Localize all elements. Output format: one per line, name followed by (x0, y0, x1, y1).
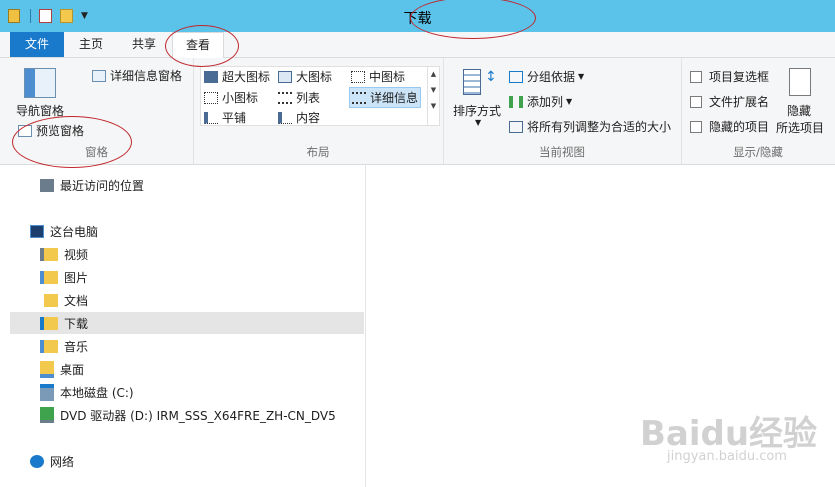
documents-folder-icon (40, 293, 58, 307)
medium-icons-option[interactable]: 中图标 (351, 68, 405, 85)
item-checkboxes-option[interactable]: 项目复选框 (690, 68, 769, 85)
nav-item-desktop[interactable]: 桌面 (40, 358, 84, 380)
extra-large-icons-icon (204, 70, 218, 83)
content-option[interactable]: 内容 (278, 109, 320, 126)
hidden-items-checkbox[interactable] (690, 120, 702, 133)
item-checkboxes-checkbox[interactable] (690, 70, 702, 83)
nav-item-dvd-drive[interactable]: DVD 驱动器 (D:) IRM_SSS_X64FRE_ZH-CN_DV5 (40, 404, 336, 426)
hide-selected-label-2[interactable]: 所选项目 (776, 119, 824, 136)
layout-scroll[interactable]: ▲ ▼ ▼ (427, 67, 439, 125)
current-view-group: ↕ 排序方式 ▼ 分组依据 ▼ 添加列 ▼ 将所有列调整为合适的大小 当前视图 (443, 58, 682, 164)
show-hide-group: 项目复选框 文件扩展名 隐藏的项目 隐藏 所选项目 显示/隐藏 (681, 58, 835, 164)
group-by-icon (509, 70, 523, 83)
videos-folder-icon (40, 247, 58, 261)
nav-item-this-pc[interactable]: 这台电脑 (30, 220, 98, 242)
navigation-pane-button[interactable]: 导航窗格 (16, 102, 64, 119)
scroll-up-icon[interactable]: ▲ (428, 70, 439, 78)
pane-group-label: 窗格 (85, 145, 108, 159)
size-all-columns-button[interactable]: 将所有列调整为合适的大小 (509, 118, 671, 135)
hidden-items-option[interactable]: 隐藏的项目 (690, 118, 769, 135)
title-bar: ▼ 下载 (0, 0, 835, 32)
details-icon (352, 91, 366, 104)
content-icon (278, 111, 292, 124)
file-extensions-option[interactable]: 文件扩展名 (690, 93, 769, 110)
tab-home[interactable]: 主页 (70, 32, 112, 57)
preview-pane-icon (18, 124, 32, 137)
sort-by-dropdown-icon[interactable]: ▼ (475, 118, 481, 127)
window-title: 下载 (403, 11, 432, 27)
nav-item-music[interactable]: 音乐 (40, 335, 88, 357)
current-view-group-label: 当前视图 (539, 145, 585, 159)
tab-share[interactable]: 共享 (122, 32, 166, 57)
ribbon: 导航窗格 预览窗格 详细信息窗格 窗格 布局 超大图标 大图标 中图标 小图标 (0, 58, 835, 165)
medium-icons-icon (351, 70, 365, 83)
local-disk-icon (40, 383, 54, 401)
computer-icon (30, 224, 44, 238)
layout-group-label: 布局 (306, 145, 330, 159)
details-pane-icon (92, 69, 106, 82)
add-columns-dropdown-icon: ▼ (566, 97, 573, 106)
nav-item-videos[interactable]: 视频 (40, 243, 88, 265)
pictures-folder-icon (40, 270, 58, 284)
add-columns-icon (509, 95, 523, 108)
tab-file[interactable]: 文件 (10, 32, 64, 57)
list-option[interactable]: 列表 (278, 89, 320, 106)
ribbon-tabs: 文件 主页 共享 查看 (0, 32, 835, 59)
details-pane-button[interactable]: 详细信息窗格 (92, 67, 182, 84)
nav-item-downloads[interactable]: 下载 (10, 312, 364, 334)
sort-by-icon: ↕ (463, 69, 497, 97)
dvd-drive-icon (40, 407, 54, 423)
tab-view[interactable]: 查看 (172, 32, 224, 59)
baidu-watermark-url: jingyan.baidu.com (667, 449, 787, 464)
list-icon (278, 91, 292, 104)
more-layouts-icon[interactable]: ▼ (428, 102, 439, 110)
hide-selected-icon (789, 68, 811, 96)
downloads-folder-icon (40, 316, 58, 330)
navigation-pane: 最近访问的位置 这台电脑 视频 图片 文档 下载 音乐 桌面 本地磁盘 (C:)… (0, 165, 366, 487)
tiles-icon (204, 111, 218, 124)
scroll-down-icon[interactable]: ▼ (428, 86, 439, 94)
nav-item-pictures[interactable]: 图片 (40, 266, 88, 288)
details-option[interactable]: 详细信息 (349, 87, 422, 108)
large-icons-icon (278, 70, 292, 83)
recent-places-icon (40, 178, 54, 192)
navigation-pane-icon (24, 68, 56, 98)
small-icons-icon (204, 91, 218, 104)
sort-by-button[interactable]: 排序方式 (453, 102, 501, 119)
nav-item-local-disk[interactable]: 本地磁盘 (C:) (40, 381, 134, 403)
group-by-button[interactable]: 分组依据 ▼ (509, 68, 584, 85)
network-icon (30, 454, 44, 468)
preview-pane-button[interactable]: 预览窗格 (18, 122, 84, 139)
nav-item-network[interactable]: 网络 (30, 450, 74, 472)
hide-selected-label[interactable]: 隐藏 (787, 102, 811, 119)
layout-gallery: 超大图标 大图标 中图标 小图标 列表 详细信息 平铺 内容 ▲ ▼ ▼ (200, 66, 440, 126)
music-folder-icon (40, 339, 58, 353)
pane-group: 导航窗格 预览窗格 详细信息窗格 窗格 (0, 58, 194, 164)
large-icons-option[interactable]: 大图标 (278, 68, 332, 85)
file-extensions-checkbox[interactable] (690, 95, 702, 108)
baidu-watermark-logo: Baidu经验 (640, 414, 818, 454)
extra-large-icons-option[interactable]: 超大图标 (204, 68, 270, 85)
tiles-option[interactable]: 平铺 (204, 109, 246, 126)
group-by-dropdown-icon: ▼ (578, 72, 585, 81)
small-icons-option[interactable]: 小图标 (204, 89, 258, 106)
add-columns-button[interactable]: 添加列 ▼ (509, 93, 572, 110)
show-hide-group-label: 显示/隐藏 (733, 145, 783, 159)
size-columns-icon (509, 120, 523, 133)
nav-item-documents[interactable]: 文档 (40, 289, 88, 311)
nav-item-recent[interactable]: 最近访问的位置 (40, 174, 144, 196)
desktop-folder-icon (40, 360, 54, 378)
